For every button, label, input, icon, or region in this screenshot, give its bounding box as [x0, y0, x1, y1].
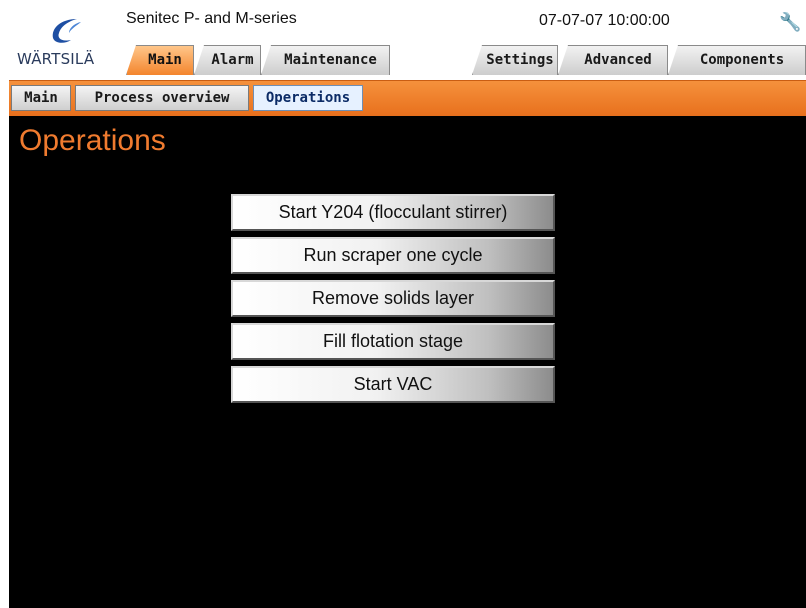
datetime-display: 07-07-07 10:00:00 [539, 12, 670, 29]
page-title: Operations [19, 124, 166, 157]
subtab-main[interactable]: Main [11, 85, 71, 111]
start-y204-button[interactable]: Start Y204 (flocculant stirrer) [231, 194, 555, 231]
sub-navigation: Main Process overview Operations [9, 80, 806, 116]
remove-solids-button[interactable]: Remove solids layer [231, 280, 555, 317]
tab-advanced[interactable]: Advanced [558, 45, 668, 75]
subtab-process-overview[interactable]: Process overview [75, 85, 249, 111]
logo-text: WÄRTSILÄ [17, 50, 95, 68]
operations-button-list: Start Y204 (flocculant stirrer) Run scra… [231, 194, 555, 409]
run-scraper-button[interactable]: Run scraper one cycle [231, 237, 555, 274]
tab-alarm[interactable]: Alarm [194, 45, 261, 75]
tab-main[interactable]: Main [126, 45, 194, 75]
app-title: Senitec P- and M-series [126, 10, 297, 27]
wrench-icon[interactable]: 🔧 [779, 12, 801, 34]
header-bar: WÄRTSILÄ Senitec P- and M-series 07-07-0… [9, 0, 806, 80]
subtab-operations[interactable]: Operations [253, 85, 363, 111]
tab-settings[interactable]: Settings [472, 45, 558, 75]
start-vac-button[interactable]: Start VAC [231, 366, 555, 403]
tab-components[interactable]: Components [668, 45, 806, 75]
wartsila-logo-icon [52, 19, 81, 43]
fill-flotation-button[interactable]: Fill flotation stage [231, 323, 555, 360]
wartsila-logo: WÄRTSILÄ [17, 16, 107, 76]
app-window: WÄRTSILÄ Senitec P- and M-series 07-07-0… [9, 0, 806, 608]
tab-maintenance[interactable]: Maintenance [261, 45, 390, 75]
